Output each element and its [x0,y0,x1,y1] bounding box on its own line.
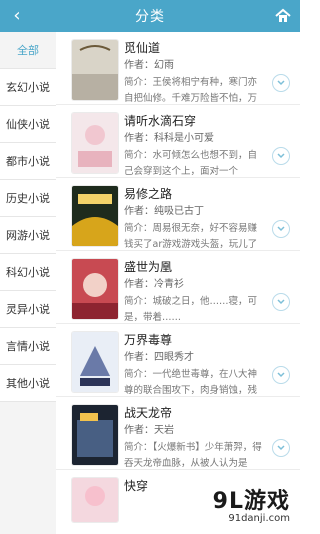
sidebar-item-label: 灵异小说 [6,303,50,316]
book-author: 作者：四眼秀才 [124,352,194,363]
book-intro: 简介：【火爆新书】少年萧羿，得吞天龙帝血脉，从被人认为是 [124,442,262,469]
list-item[interactable]: 盛世为凰 作者：冷青衫 简介：城破之日，他……寝，可是，带着…… [56,251,300,324]
chevron-down-icon[interactable] [272,366,290,384]
book-intro: 简介：水可倾怎么也想不到，自己会穿到这个上，面对一个 [124,150,258,177]
book-author: 作者：天岩 [124,425,174,436]
sidebar-item-label: 玄幻小说 [6,81,50,94]
list-item[interactable]: 战天龙帝 作者：天岩 简介：【火爆新书】少年萧羿，得吞天龙帝血脉，从被人认为是 [56,397,300,470]
book-meta: 请听水滴石穿 作者：科科是小可爱 简介：水可倾怎么也想不到，自己会穿到这个上，面… [124,113,266,180]
book-meta: 易修之路 作者：纯吸已古丁 简介：周易很无奈，好不容易赚钱买了ar游戏游戏头盔，… [124,186,266,253]
sidebar-item-other[interactable]: 其他小说 [0,365,56,402]
chevron-down-icon[interactable] [272,293,290,311]
sidebar-item-label: 仙侠小说 [6,118,50,131]
sidebar-item-all[interactable]: 全部 [0,32,56,69]
book-title: 请听水滴石穿 [124,114,197,128]
sidebar-item-history[interactable]: 历史小说 [0,180,56,217]
book-author: 作者：科科是小可爱 [124,133,214,144]
sidebar-item-label: 其他小说 [6,377,50,390]
book-intro: 简介：一代绝世毒尊，在八大神尊的联合围攻下，肉身销蚀，残 [124,369,258,396]
book-author: 作者：冷青衫 [124,279,184,290]
watermark: 9L游戏 91danji.com [170,482,290,524]
book-intro: 简介：王侯将相宁有种，寒门亦自把仙修。千难万险皆不怕，万 [124,77,258,104]
category-sidebar: 全部 玄幻小说 仙侠小说 都市小说 历史小说 网游小说 科幻小说 灵异小说 言情… [0,32,57,534]
book-intro: 简介：城破之日，他……寝，可是，带着…… [124,296,258,323]
list-item[interactable]: 觅仙道 作者：幻雨 简介：王侯将相宁有种，寒门亦自把仙修。千难万险皆不怕，万 [56,32,300,105]
sidebar-item-label: 言情小说 [6,340,50,353]
watermark-sub: 91danji.com [228,512,290,524]
sidebar-item-xianxia[interactable]: 仙侠小说 [0,106,56,143]
book-author: 作者：纯吸已古丁 [124,206,204,217]
sidebar-item-label: 历史小说 [6,192,50,205]
sidebar-item-label: 网游小说 [6,229,50,242]
sidebar-item-supernatural[interactable]: 灵异小说 [0,291,56,328]
list-item[interactable]: 万界毒尊 作者：四眼秀才 简介：一代绝世毒尊，在八大神尊的联合围攻下，肉身销蚀，… [56,324,300,397]
top-bar: ‹ 分类 [0,0,300,32]
sidebar-item-label: 全部 [17,44,39,57]
sidebar-item-label: 都市小说 [6,155,50,168]
sidebar-item-online-game[interactable]: 网游小说 [0,217,56,254]
book-cover [72,332,118,392]
book-title: 易修之路 [124,187,173,201]
book-list: 觅仙道 作者：幻雨 简介：王侯将相宁有种，寒门亦自把仙修。千难万险皆不怕，万 请… [56,32,300,534]
book-cover [72,40,118,100]
book-meta: 觅仙道 作者：幻雨 简介：王侯将相宁有种，寒门亦自把仙修。千难万险皆不怕，万 [124,40,266,107]
chevron-down-icon[interactable] [272,220,290,238]
book-title: 觅仙道 [124,41,161,55]
book-title: 万界毒尊 [124,333,173,347]
sidebar-item-label: 科幻小说 [6,266,50,279]
book-intro: 简介：周易很无奈，好不容易赚钱买了ar游戏游戏头盔，玩儿了 [124,223,258,250]
book-cover [72,186,118,246]
list-item[interactable]: 请听水滴石穿 作者：科科是小可爱 简介：水可倾怎么也想不到，自己会穿到这个上，面… [56,105,300,178]
list-item[interactable]: 易修之路 作者：纯吸已古丁 简介：周易很无奈，好不容易赚钱买了ar游戏游戏头盔，… [56,178,300,251]
chevron-down-icon[interactable] [272,74,290,92]
book-author: 作者：幻雨 [124,60,174,71]
book-cover [72,113,118,173]
home-icon[interactable] [274,7,292,25]
book-cover [72,259,118,319]
sidebar-item-xuanhuan[interactable]: 玄幻小说 [0,69,56,106]
watermark-main: 9L游戏 [212,488,290,514]
book-meta: 盛世为凰 作者：冷青衫 简介：城破之日，他……寝，可是，带着…… [124,259,266,326]
book-cover [72,478,118,522]
book-cover [72,405,118,465]
sidebar-item-scifi[interactable]: 科幻小说 [0,254,56,291]
chevron-down-icon[interactable] [272,439,290,457]
sidebar-item-urban[interactable]: 都市小说 [0,143,56,180]
book-title: 盛世为凰 [124,260,173,274]
page-title: 分类 [135,9,165,25]
book-meta: 万界毒尊 作者：四眼秀才 简介：一代绝世毒尊，在八大神尊的联合围攻下，肉身销蚀，… [124,332,266,399]
chevron-down-icon[interactable] [272,147,290,165]
back-icon[interactable]: ‹ [8,7,26,25]
sidebar-item-romance[interactable]: 言情小说 [0,328,56,365]
book-meta: 战天龙帝 作者：天岩 简介：【火爆新书】少年萧羿，得吞天龙帝血脉，从被人认为是 [124,405,266,472]
book-title: 战天龙帝 [124,406,173,420]
